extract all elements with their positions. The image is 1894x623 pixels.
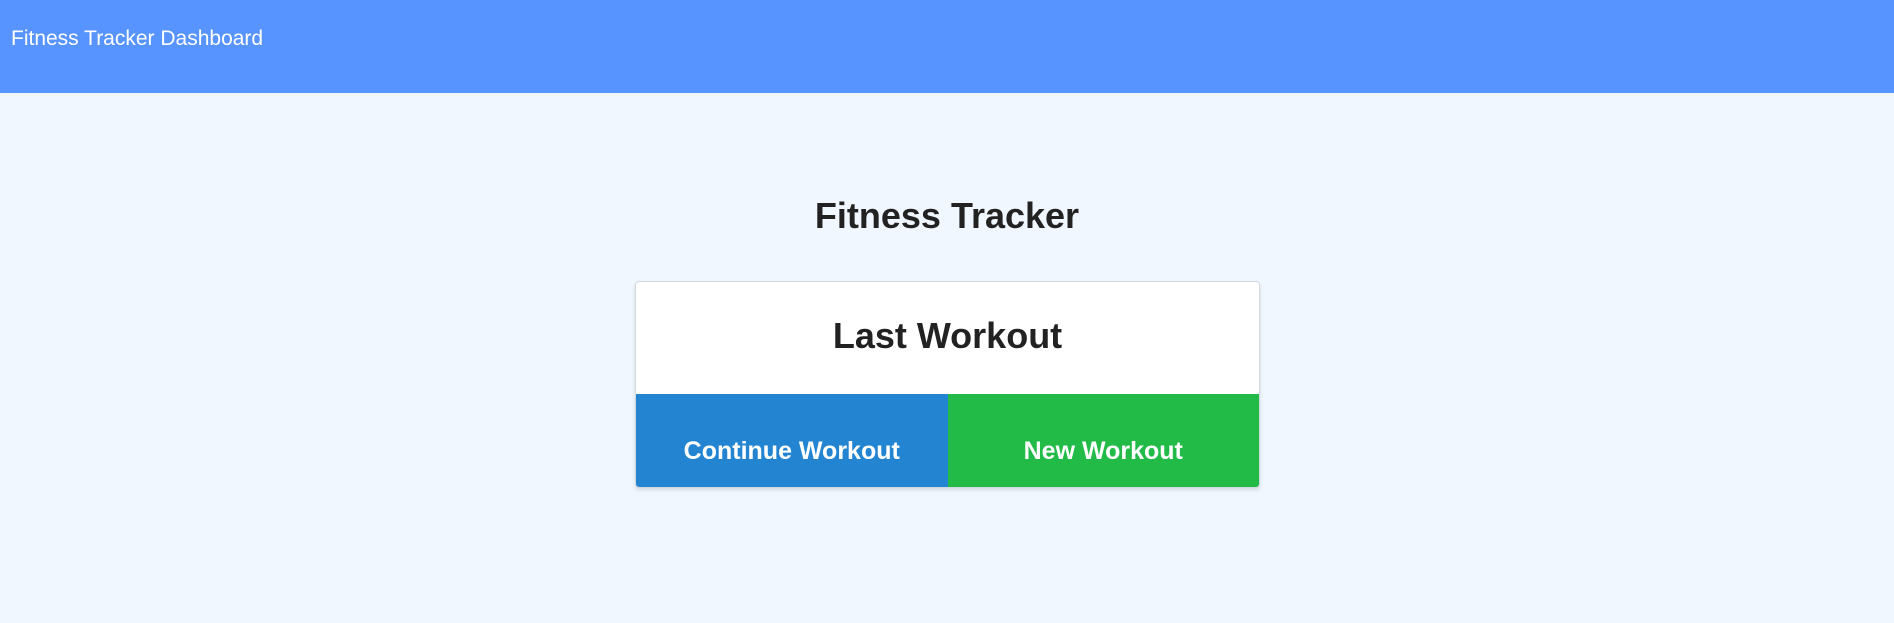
page-title: Fitness Tracker (814, 195, 1080, 236)
new-workout-button[interactable]: New Workout (947, 394, 1259, 487)
top-navbar: Fitness Tracker Dashboard (0, 0, 1894, 93)
navbar-brand-link[interactable]: Fitness Tracker Dashboard (11, 27, 263, 51)
last-workout-card: Last Workout Continue Workout New Workou… (635, 281, 1260, 488)
card-title: Last Workout (832, 315, 1063, 356)
continue-workout-button[interactable]: Continue Workout (636, 394, 948, 487)
workout-actions: Continue Workout New Workout (636, 394, 1259, 487)
